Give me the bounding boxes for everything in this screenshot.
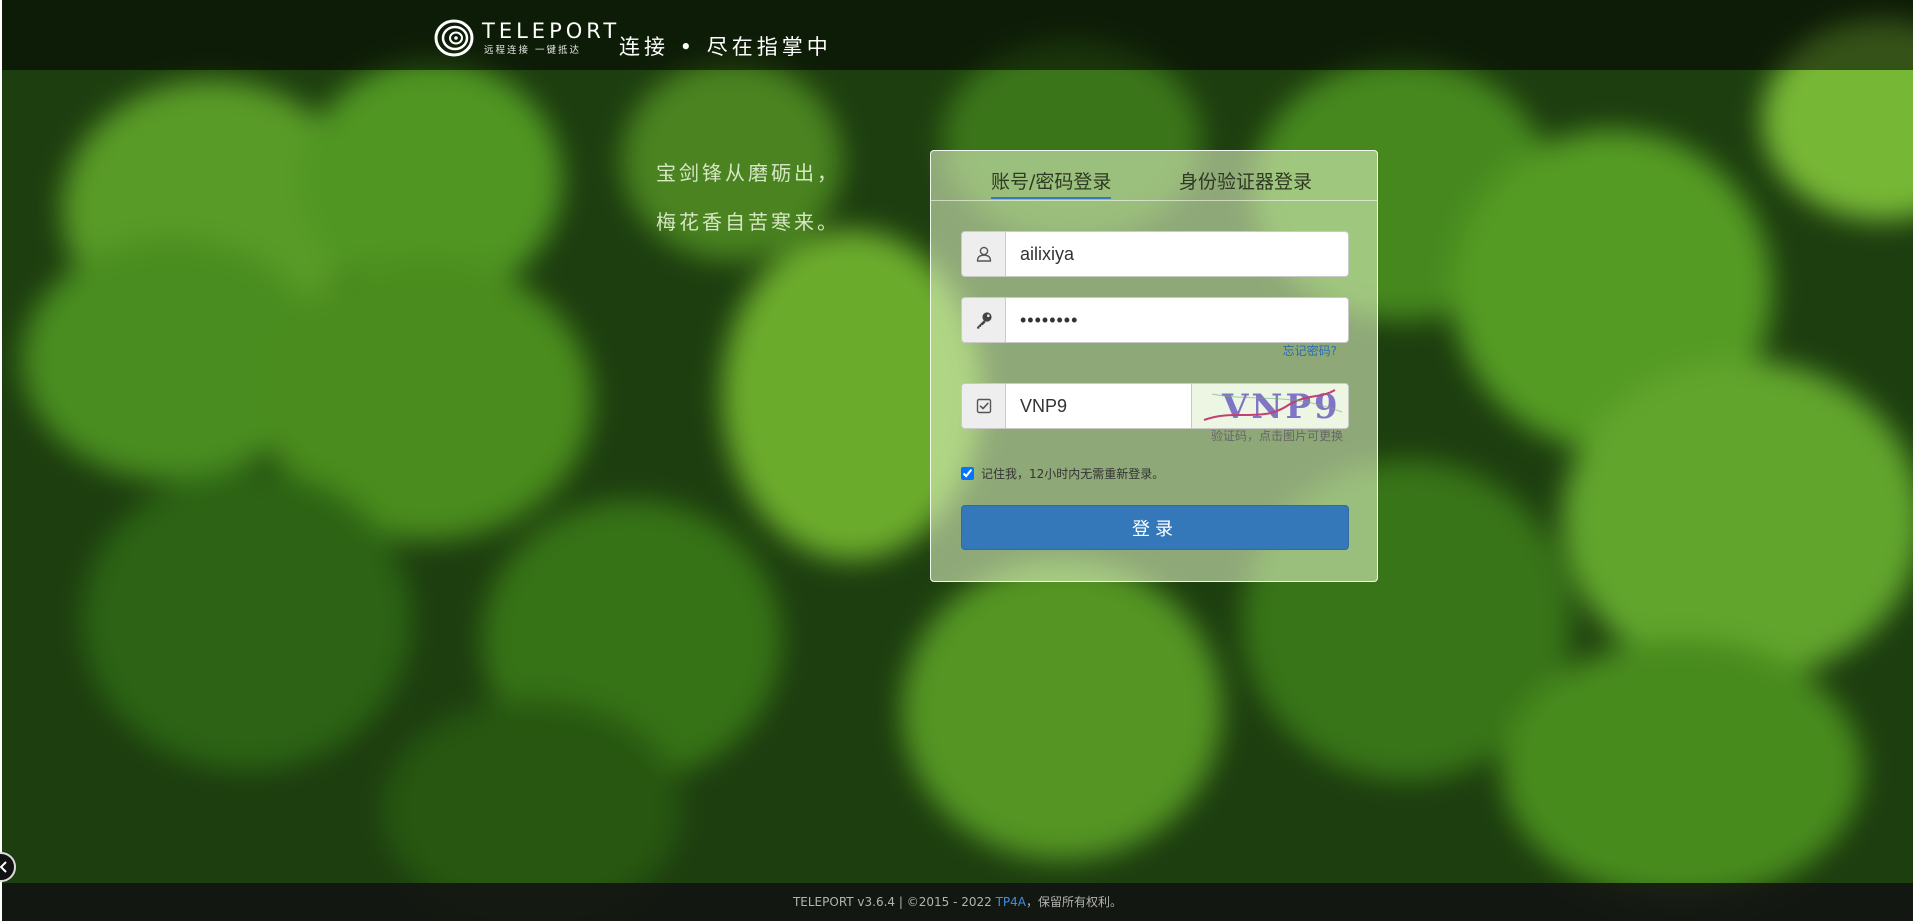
captcha-input-group: VNP9: [961, 383, 1349, 429]
tab-account-password[interactable]: 账号/密码登录: [991, 169, 1112, 199]
login-tabs: 账号/密码登录 身份验证器登录: [931, 151, 1377, 201]
header-slogan: 连接 • 尽在指掌中: [619, 35, 832, 59]
captcha-hint: 验证码，点击图片可更换: [1210, 429, 1343, 443]
key-icon: [962, 298, 1006, 342]
top-header: TELEPORT 远程连接 一键抵达 连接 • 尽在指掌中: [2, 0, 1913, 70]
teleport-logo[interactable]: TELEPORT 远程连接 一键抵达: [434, 18, 616, 60]
login-button[interactable]: 登录: [961, 505, 1349, 550]
chevron-left-icon: [0, 861, 7, 873]
user-icon: [962, 232, 1006, 276]
password-input[interactable]: [1006, 298, 1348, 342]
forgot-password-link[interactable]: 忘记密码?: [1283, 343, 1337, 359]
username-input[interactable]: [1006, 232, 1348, 276]
login-panel: 账号/密码登录 身份验证器登录 忘记密码?: [930, 150, 1378, 582]
captcha-image[interactable]: VNP9: [1191, 384, 1348, 428]
username-input-group: [961, 231, 1349, 277]
remember-me-label: 记住我，12小时内无需重新登录。: [981, 467, 1165, 481]
footer-rights: ，保留所有权利。: [1026, 895, 1123, 909]
login-page: TELEPORT 远程连接 一键抵达 连接 • 尽在指掌中 宝剑锋从磨砺出， 梅…: [2, 0, 1913, 921]
poem-line-1: 宝剑锋从磨砺出，: [656, 161, 840, 185]
logo-swirl-icon: [434, 19, 474, 57]
logo-name: TELEPORT: [482, 19, 621, 43]
check-square-icon: [962, 384, 1006, 428]
tab-authenticator[interactable]: 身份验证器登录: [1179, 169, 1312, 195]
captcha-input[interactable]: [1006, 384, 1191, 428]
remember-me[interactable]: 记住我，12小时内无需重新登录。: [961, 465, 1164, 482]
remember-me-checkbox[interactable]: [961, 467, 974, 480]
captcha-noise-line: [1203, 389, 1343, 421]
poem: 宝剑锋从磨砺出， 梅花香自苦寒来。: [656, 158, 840, 256]
footer-tp4a-link[interactable]: TP4A: [996, 895, 1026, 909]
password-input-group: [961, 297, 1349, 343]
logo-tagline: 远程连接 一键抵达: [484, 45, 582, 56]
footer: TELEPORT v3.6.4 | ©2015 - 2022 TP4A，保留所有…: [2, 883, 1913, 921]
side-toggle-button[interactable]: [0, 852, 16, 882]
poem-line-2: 梅花香自苦寒来。: [656, 210, 840, 234]
footer-copyright: TELEPORT v3.6.4 | ©2015 - 2022: [792, 895, 996, 909]
